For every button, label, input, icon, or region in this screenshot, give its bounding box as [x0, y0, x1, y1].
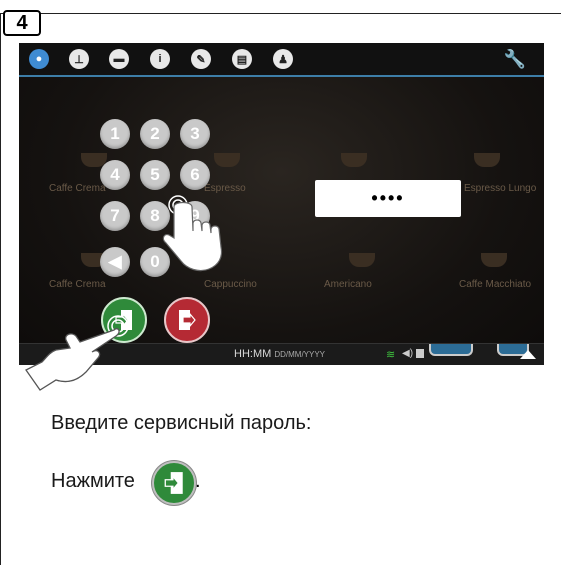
wrench-icon[interactable]: 🔧 [504, 49, 526, 70]
pencil-icon[interactable]: ✎ [191, 49, 211, 69]
product-cup-icon [214, 153, 240, 167]
expand-up-icon[interactable] [520, 350, 536, 359]
product-cup-icon [481, 253, 507, 267]
volume-icon: ◀) [402, 348, 414, 359]
info-icon[interactable]: i [150, 49, 170, 69]
clock-display: HH:MM DD/MM/YYYY [234, 348, 325, 360]
pointing-hand-icon [162, 195, 223, 272]
keypad-key-5[interactable]: 5 [140, 160, 170, 190]
keypad-key-4[interactable]: 4 [100, 160, 130, 190]
door-exit-icon [179, 310, 196, 330]
product-cup-icon [474, 153, 500, 167]
pointing-hand-icon [25, 315, 128, 391]
wifi-icon: ≋ [386, 349, 396, 361]
time-text: HH:MM [234, 348, 272, 360]
product-label: Caffe Macchiato [459, 279, 532, 290]
product-label: Caffe Crema [49, 183, 106, 194]
user-icon[interactable]: ♟ [273, 49, 293, 69]
keypad-key-6[interactable]: 6 [180, 160, 210, 190]
water-drop-icon[interactable]: ● [29, 49, 49, 69]
step-number: 4 [3, 10, 41, 36]
product-cup-icon [349, 253, 375, 267]
password-field[interactable]: •••• [315, 180, 461, 217]
frame-top-border [0, 13, 561, 14]
frame-left-border [0, 13, 1, 565]
keypad-key-7[interactable]: 7 [100, 201, 130, 231]
milk-jug-icon [429, 344, 473, 356]
keypad-key-3[interactable]: 3 [180, 119, 210, 149]
product-cup-icon [341, 153, 367, 167]
keypad-key-1[interactable]: 1 [100, 119, 130, 149]
confirm-button-illustration [152, 461, 196, 505]
instruction-enter-password: Введите сервисный пароль: [51, 412, 312, 434]
door-enter-icon [164, 472, 183, 494]
keypad-backspace-key[interactable]: ◀ [100, 247, 130, 277]
instruction-press: Нажмите [51, 470, 135, 492]
product-label: Caffe Crema [49, 279, 106, 290]
display-icon[interactable]: ▤ [232, 49, 252, 69]
product-label: Espresso Lungo [464, 183, 537, 194]
instruction-period: . [195, 470, 201, 492]
top-toolbar: ● ⊥ ▬ i ✎ ▤ ♟ 🔧 [19, 43, 544, 77]
keypad-key-2[interactable]: 2 [140, 119, 170, 149]
clock-icon[interactable]: ⊥ [69, 49, 89, 69]
lock-icon [416, 349, 424, 358]
cup-icon[interactable]: ▬ [109, 49, 129, 69]
cancel-button[interactable] [164, 297, 210, 343]
date-text: DD/MM/YYYY [274, 350, 326, 359]
product-label: Americano [324, 279, 372, 290]
